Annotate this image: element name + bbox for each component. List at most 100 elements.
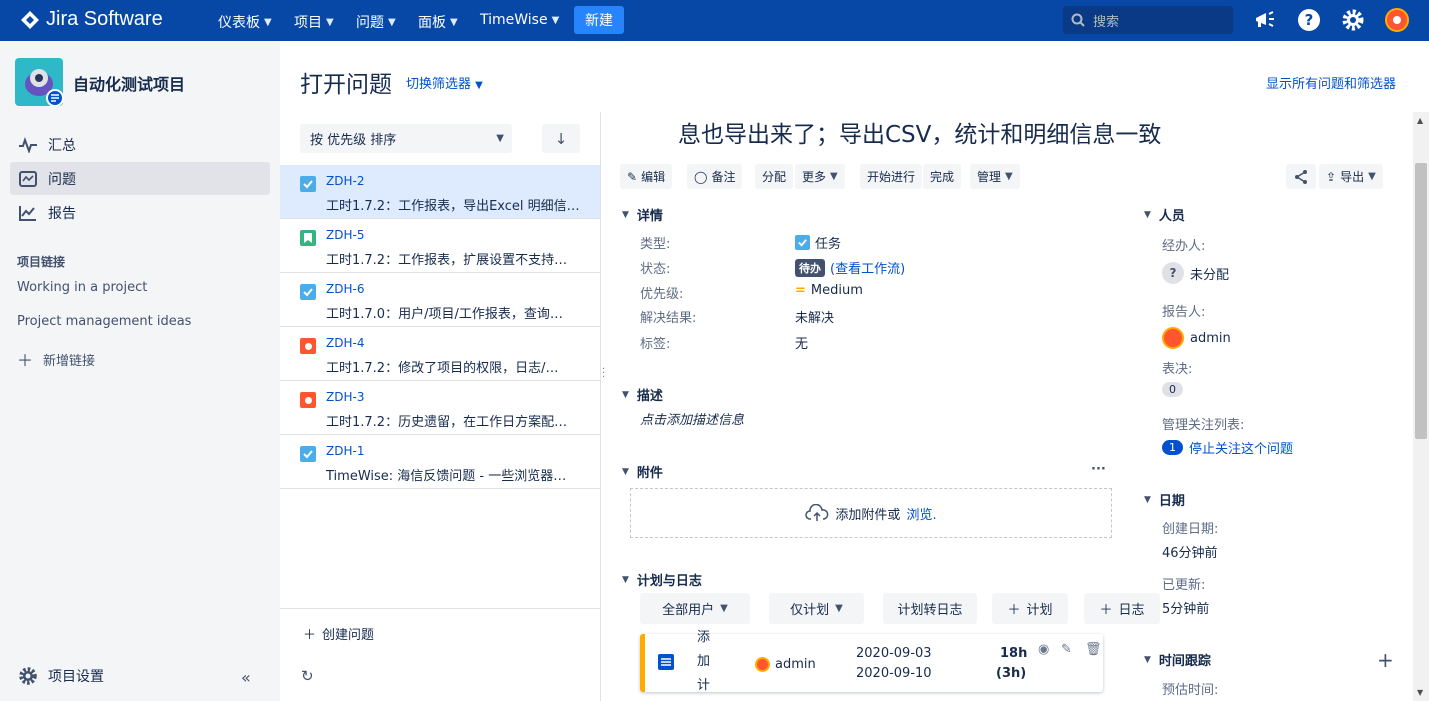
eye-icon[interactable]: ◉ <box>1038 642 1049 657</box>
refresh-icon[interactable]: ↻ <box>301 667 314 685</box>
labels-value[interactable]: 无 <box>795 333 808 352</box>
nav-projects[interactable]: 项目 ▼ <box>294 12 334 32</box>
search-input[interactable]: 搜索 <box>1063 6 1233 34</box>
switch-filter-dropdown[interactable]: 切换筛选器 ▼ <box>406 73 483 92</box>
project-settings-link[interactable]: 项目设置 <box>18 666 104 686</box>
add-link-button[interactable]: ＋ 新增链接 <box>17 347 95 371</box>
type-value: 任务 <box>795 233 841 252</box>
pulse-icon <box>19 136 37 153</box>
assignee-value[interactable]: ? 未分配 <box>1162 262 1229 284</box>
megaphone-icon[interactable] <box>1253 8 1277 32</box>
calendar-icon <box>658 654 674 670</box>
scroll-down-icon[interactable]: ▼ <box>1417 688 1423 697</box>
chevron-down-icon: ▼ <box>496 133 504 144</box>
sort-select[interactable]: 按 优先级 排序 ▼ <box>300 124 512 153</box>
cloud-upload-icon <box>805 504 829 521</box>
details-section-toggle[interactable]: ▼ 详情 <box>622 205 663 224</box>
list-item[interactable]: ZDH-4 工时1.7.2：修改了项目的权限，日志/… <box>280 327 600 381</box>
issue-key: ZDH-1 <box>326 444 365 458</box>
chevron-down-icon: ▼ <box>1368 171 1376 182</box>
issues-icon <box>19 170 37 187</box>
nav-boards[interactable]: 面板 ▼ <box>418 12 458 32</box>
collapse-sidebar-icon[interactable]: « <box>241 668 251 687</box>
stop-watching-link[interactable]: 停止关注这个问题 <box>1189 438 1293 457</box>
list-item[interactable]: ZDH-6 工时1.7.0：用户/项目/工作报表，查询… <box>280 273 600 327</box>
list-item[interactable]: ZDH-5 工时1.7.2：工作报表，扩展设置不支持… <box>280 219 600 273</box>
create-issue-button[interactable]: ＋创建问题 <box>303 624 374 643</box>
all-users-dropdown[interactable]: 全部用户 ▼ <box>640 593 750 624</box>
resolution-label: 解决结果: <box>640 311 697 326</box>
browse-link[interactable]: 浏览. <box>906 504 936 523</box>
project-name[interactable]: 自动化测试项目 <box>73 71 185 95</box>
only-plan-dropdown[interactable]: 仅计划 ▼ <box>769 593 864 624</box>
reporter-value[interactable]: admin <box>1162 327 1231 349</box>
resize-handle-icon[interactable]: · · · <box>602 365 605 383</box>
gear-icon[interactable] <box>1341 8 1365 32</box>
start-progress-button[interactable]: 开始进行 <box>860 164 923 189</box>
nav-timewise[interactable]: TimeWise ▼ <box>480 12 559 28</box>
watchers-count[interactable]: 1 <box>1162 440 1183 455</box>
votes-value[interactable]: 0 <box>1162 382 1183 397</box>
robot-icon <box>25 69 64 107</box>
list-item[interactable]: ZDH-3 工时1.7.2：历史遗留，在工作日方案配… <box>280 381 600 435</box>
done-button[interactable]: 完成 <box>923 164 962 189</box>
description-section-toggle[interactable]: ▼ 描述 <box>622 385 663 404</box>
list-item[interactable]: ZDH-1 TimeWise: 海信反馈问题 - 一些浏览器… <box>280 435 600 489</box>
issue-summary: TimeWise: 海信反馈问题 - 一些浏览器… <box>326 469 567 484</box>
status-badge: 待办 <box>795 258 825 277</box>
attachments-section-toggle[interactable]: ▼ 附件 <box>622 462 663 481</box>
project-avatar[interactable] <box>15 58 64 107</box>
comment-button[interactable]: ◯ 备注 <box>687 164 743 189</box>
issue-title[interactable]: 息也导出来了；导出CSV，统计和明细信息一致 <box>678 115 1161 149</box>
list-item[interactable]: ZDH-2 工时1.7.2：工作报表，导出Excel 明细信息也导出来了；导出C… <box>280 165 600 219</box>
add-time-icon[interactable]: + <box>1377 648 1394 672</box>
assign-button[interactable]: 分配 <box>755 164 794 189</box>
dates-section-toggle[interactable]: ▼ 日期 <box>1144 490 1185 509</box>
plan-to-log-button[interactable]: 计划转日志 <box>883 593 977 624</box>
pencil-icon[interactable]: ✎ <box>1061 642 1072 657</box>
people-section-toggle[interactable]: ▼ 人员 <box>1144 205 1185 224</box>
sidebar-item-summary[interactable]: 汇总 <box>10 128 270 161</box>
plan-card[interactable]: 添加计划 admin 2020-09-03 2020-09-10 18h (3h… <box>640 630 1103 693</box>
chevron-down-icon: ▼ <box>551 14 560 26</box>
more-button[interactable]: 更多 ▼ <box>795 164 845 189</box>
description-placeholder[interactable]: 点击添加描述信息 <box>640 409 744 428</box>
jira-logo[interactable]: Jira Software <box>20 8 163 31</box>
share-button[interactable] <box>1286 164 1316 189</box>
help-icon[interactable]: ? <box>1297 8 1321 32</box>
reporter-label: 报告人: <box>1162 305 1206 320</box>
avatar <box>1385 8 1409 32</box>
show-all-issues-link[interactable]: 显示所有问题和筛选器 <box>1266 73 1396 92</box>
time-tracking-section-toggle[interactable]: ▼ 时间跟踪 <box>1144 650 1211 669</box>
plan-section-toggle[interactable]: ▼ 计划与日志 <box>622 570 702 589</box>
edit-button[interactable]: ✎ 编辑 <box>620 164 673 189</box>
labels-label: 标签: <box>640 337 671 352</box>
trash-icon[interactable]: 🗑 <box>1085 642 1102 657</box>
admin-button[interactable]: 管理 ▼ <box>970 164 1020 189</box>
view-workflow-link[interactable]: (查看工作流) <box>830 258 905 277</box>
sidebar-item-issues[interactable]: 问题 <box>10 162 270 195</box>
plan-sub-hours: (3h) <box>996 666 1027 681</box>
task-icon <box>300 284 316 300</box>
nav-dashboards[interactable]: 仪表板 ▼ <box>218 12 272 32</box>
export-icon: ⇪ <box>1326 169 1337 184</box>
create-button[interactable]: 新建 <box>574 6 624 34</box>
attachment-dropzone[interactable]: 添加附件或 浏览. <box>630 488 1112 538</box>
sidebar-item-reports[interactable]: 报告 <box>10 196 270 229</box>
project-link[interactable]: Working in a project <box>17 280 147 295</box>
chevron-down-icon: ▼ <box>264 16 272 28</box>
add-log-button[interactable]: ＋日志 <box>1084 593 1160 624</box>
nav-issues[interactable]: 问题 ▼ <box>356 12 396 32</box>
more-options-icon[interactable]: ··· <box>1091 462 1106 477</box>
issue-summary: 工时1.7.0：用户/项目/工作报表，查询… <box>326 307 563 322</box>
export-button[interactable]: ⇪ 导出 ▼ <box>1319 164 1383 189</box>
sort-direction-button[interactable]: ↓ <box>542 124 580 153</box>
scroll-up-icon[interactable]: ▲ <box>1417 116 1423 125</box>
scrollbar-thumb[interactable] <box>1415 163 1427 439</box>
project-links-heading: 项目链接 <box>17 255 66 269</box>
task-icon <box>795 235 810 250</box>
project-sidebar: 自动化测试项目 汇总 问题 报告 项目链接 Working in a proje… <box>0 41 280 701</box>
project-link[interactable]: Project management ideas <box>17 314 191 329</box>
user-avatar[interactable] <box>1385 8 1409 32</box>
add-plan-button[interactable]: ＋计划 <box>992 593 1068 624</box>
